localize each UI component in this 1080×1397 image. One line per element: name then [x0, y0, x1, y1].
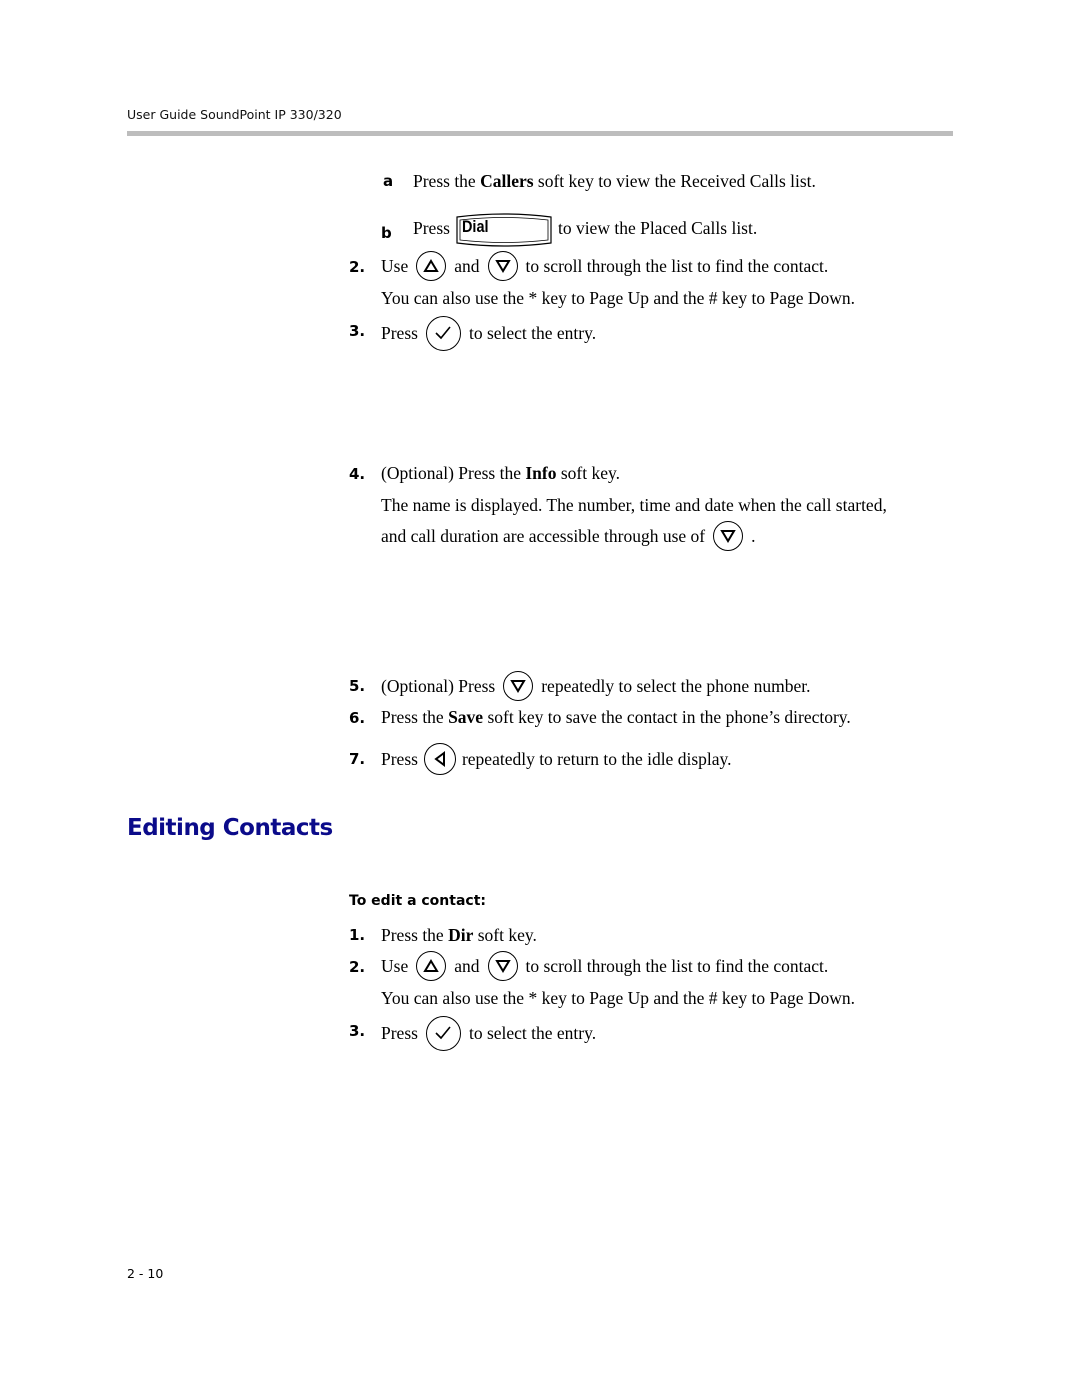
text: soft key.	[556, 462, 620, 483]
callers-keyword: Callers	[480, 170, 534, 191]
text: Press	[413, 217, 450, 238]
step-number: 4.	[349, 465, 366, 483]
step-number: 2.	[349, 958, 366, 976]
dir-keyword: Dir	[448, 924, 474, 945]
step-4-note-1: The name is displayed. The number, time …	[381, 494, 887, 515]
step-2-note: You can also use the * key to Page Up an…	[381, 287, 856, 308]
step-number: 1.	[349, 926, 366, 944]
text: (Optional) Press the	[381, 462, 526, 483]
text: Use	[381, 955, 409, 976]
text: and call duration are accessible through…	[381, 525, 706, 546]
document-title: User Guide SoundPoint IP 330/320	[127, 107, 342, 122]
step-3: Press to select the entry.	[381, 315, 596, 351]
select-check-icon	[425, 1015, 461, 1051]
down-arrow-icon	[713, 521, 744, 551]
text: (Optional) Press	[381, 675, 496, 696]
text: Press	[381, 748, 418, 769]
left-arrow-icon	[423, 743, 456, 775]
text: soft key to view the Received Calls list…	[533, 170, 816, 191]
text: Press	[381, 322, 418, 343]
select-check-icon	[425, 315, 461, 351]
text: to scroll through the list to find the c…	[525, 955, 829, 976]
substep-marker-b: b	[381, 224, 392, 242]
step-number: 3.	[349, 1022, 366, 1040]
save-keyword: Save	[448, 706, 484, 727]
substep-b: Press Dial to view the Placed Calls list…	[413, 210, 758, 247]
text: to select the entry.	[468, 1022, 597, 1043]
step-number: 3.	[349, 322, 366, 340]
text: repeatedly to select the phone number.	[541, 675, 811, 696]
info-keyword: Info	[525, 462, 557, 483]
header-divider	[127, 131, 953, 136]
step-4: (Optional) Press the Info soft key.	[381, 458, 620, 488]
text: soft key.	[473, 924, 537, 945]
step-4-note-2: and call duration are accessible through…	[381, 521, 755, 551]
text: .	[751, 525, 756, 546]
edit-step-2-note: You can also use the * key to Page Up an…	[381, 987, 856, 1008]
step-number: 7.	[349, 750, 366, 768]
step-number: 2.	[349, 258, 366, 276]
text: and	[454, 255, 480, 276]
edit-step-1: Press the Dir soft key.	[381, 920, 537, 950]
down-arrow-icon	[487, 251, 518, 281]
step-7: Press repeatedly to return to the idle d…	[381, 743, 732, 775]
text: Press the	[381, 706, 449, 727]
procedure-title: To edit a contact:	[349, 893, 486, 909]
step-6: Press the Save soft key to save the cont…	[381, 702, 851, 732]
substep-marker-a: a	[383, 172, 394, 190]
dial-key-icon: Dial	[454, 213, 554, 247]
page-number: 2 - 10	[127, 1266, 164, 1281]
step-5: (Optional) Press repeatedly to select th…	[381, 671, 810, 701]
dial-key-label: Dial	[461, 217, 489, 236]
substep-a: Press the Callers soft key to view the R…	[413, 166, 816, 196]
text: soft key to save the contact in the phon…	[483, 706, 851, 727]
text: Press the	[413, 170, 481, 191]
step-2: Use and to scroll through the list to fi…	[381, 251, 828, 281]
section-title: Editing Contacts	[127, 815, 333, 841]
up-arrow-icon	[416, 251, 447, 281]
edit-step-2: Use and to scroll through the list to fi…	[381, 951, 828, 981]
text: Press	[381, 1022, 418, 1043]
step-number: 6.	[349, 709, 366, 727]
text: to view the Placed Calls list.	[557, 217, 758, 238]
text: to select the entry.	[468, 322, 597, 343]
step-number: 5.	[349, 677, 366, 695]
down-arrow-icon	[503, 671, 534, 701]
text: and	[454, 955, 480, 976]
text: Use	[381, 255, 409, 276]
text: repeatedly to return to the idle display…	[461, 748, 732, 769]
text: to scroll through the list to find the c…	[525, 255, 829, 276]
edit-step-3: Press to select the entry.	[381, 1015, 596, 1051]
down-arrow-icon	[487, 951, 518, 981]
up-arrow-icon	[416, 951, 447, 981]
text: Press the	[381, 924, 449, 945]
